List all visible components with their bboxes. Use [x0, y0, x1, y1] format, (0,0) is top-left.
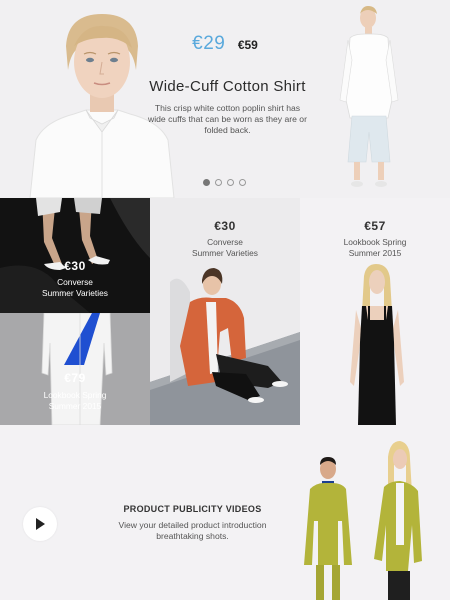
hero-sale-price: €29: [192, 33, 226, 54]
orange-jacket-photo-image: [150, 262, 300, 425]
black-dress-photo-image: [300, 262, 450, 425]
tile-price: €79: [64, 371, 86, 385]
carousel-dot-4[interactable]: [239, 179, 246, 186]
tile-price: €30: [214, 219, 236, 233]
hero-model-portrait-image: [22, 0, 182, 198]
video-section-description: View your detailed product introduction …: [85, 520, 300, 542]
product-tile-converse-shoes[interactable]: €30 Converse Summer Varieties: [0, 198, 150, 313]
tile-caption-line1: Lookbook Spring: [343, 237, 407, 247]
product-tile-lookbook-shirt[interactable]: €79 Lookbook Spring Summer 2015: [0, 313, 150, 425]
hero-title[interactable]: Wide-Cuff Cotton Shirt: [120, 78, 335, 95]
carousel-dot-3[interactable]: [227, 179, 234, 186]
video-description-line2: breathtaking shots.: [156, 531, 229, 541]
tile-price: €30: [64, 259, 86, 273]
tile-caption-line2: Summer 2015: [348, 248, 402, 258]
video-section-title: PRODUCT PUBLICITY VIDEOS: [123, 504, 262, 514]
hero-price-row: €29 €59: [0, 33, 450, 55]
product-tile-converse-jacket[interactable]: €30 Converse Summer Varieties: [150, 198, 300, 425]
tile-caption-line1: Converse: [207, 237, 243, 247]
play-icon: [36, 518, 45, 530]
publicity-videos-section: PRODUCT PUBLICITY VIDEOS View your detai…: [0, 425, 450, 600]
tile-price: €57: [364, 219, 386, 233]
video-description-line1: View your detailed product introduction: [118, 520, 267, 530]
carousel-pagination: [203, 179, 246, 186]
product-tile-lookbook-dress[interactable]: €57 Lookbook Spring Summer 2015: [300, 198, 450, 425]
play-video-button[interactable]: [23, 507, 57, 541]
carousel-dot-2[interactable]: [215, 179, 222, 186]
tile-caption-line2: Summer Varieties: [192, 248, 258, 258]
tile-caption-line1: Lookbook Spring: [43, 390, 107, 400]
hero-description: This crisp white cotton poplin shirt has…: [148, 103, 307, 135]
product-grid: €30 Converse Summer Varieties €79 Lookbo…: [0, 198, 450, 425]
hero-model-fullbody-image: [330, 0, 410, 198]
hero-original-price: €59: [237, 38, 258, 52]
video-models-image: [300, 425, 450, 600]
carousel-dot-1[interactable]: [203, 179, 210, 186]
tile-caption-line1: Converse: [57, 277, 93, 287]
tile-caption-line2: Summer Varieties: [42, 288, 108, 298]
tile-caption-line2: Summer 2015: [48, 401, 102, 411]
hero-banner[interactable]: €29 €59 Wide-Cuff Cotton Shirt This cris…: [0, 0, 450, 198]
